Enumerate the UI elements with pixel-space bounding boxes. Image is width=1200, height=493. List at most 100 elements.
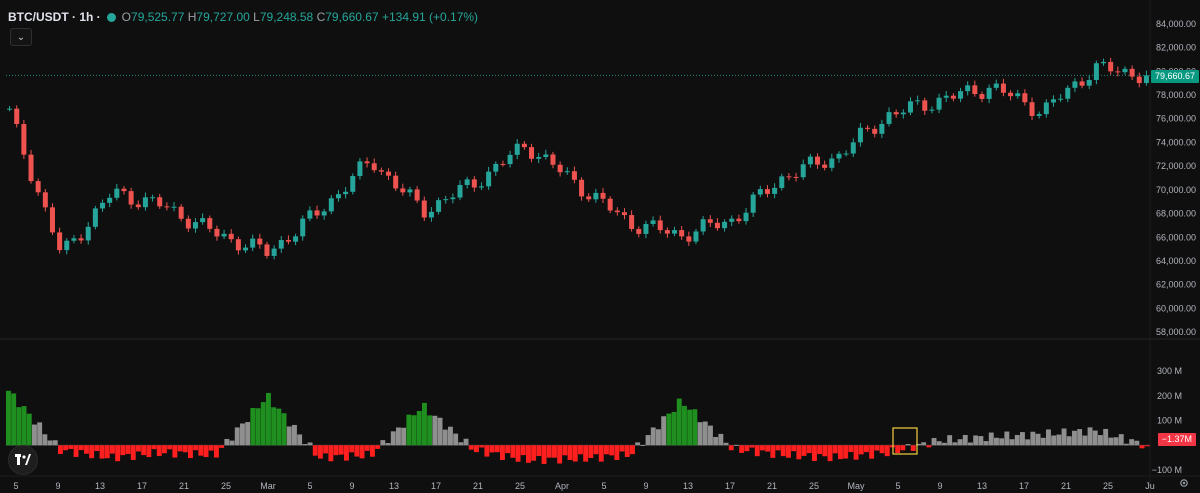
candle-body	[879, 123, 885, 134]
candle-body	[679, 230, 685, 237]
delta-bar	[224, 438, 230, 446]
time-axis-tick: 25	[515, 481, 525, 491]
candle-body	[779, 176, 785, 188]
candle-body	[142, 197, 148, 208]
candle-body	[407, 189, 413, 193]
logo-mark	[15, 454, 31, 465]
delta-bar	[162, 445, 167, 454]
delta-bar	[567, 445, 573, 460]
delta-bar	[203, 445, 209, 458]
candle-body	[164, 206, 170, 208]
candle-body	[1008, 92, 1014, 97]
delta-bar	[822, 445, 828, 457]
delta-bar	[796, 445, 802, 460]
delta-bar	[120, 445, 126, 456]
delta-bar	[458, 442, 464, 446]
candle-body	[943, 95, 949, 98]
candle-body	[900, 112, 906, 115]
time-axis-tick: 25	[221, 481, 231, 491]
gear-icon[interactable]	[1178, 477, 1190, 489]
delta-bar	[744, 445, 750, 452]
delta-bar	[1082, 435, 1088, 446]
delta-bar	[832, 445, 838, 454]
time-axis-tick: 13	[977, 481, 987, 491]
delta-bar	[1051, 435, 1057, 446]
delta-bar	[1035, 433, 1041, 446]
chevron-down-icon: ⌄	[16, 31, 26, 43]
delta-bar	[396, 427, 401, 446]
delta-bar	[104, 445, 110, 459]
delta-bar	[333, 445, 339, 456]
delta-bar	[1072, 430, 1077, 446]
delta-bar	[188, 445, 193, 459]
delta-bar	[650, 427, 656, 446]
delta-bar	[354, 445, 360, 457]
delta-bar	[562, 445, 568, 456]
chart-canvas[interactable]: 84,000.0082,000.0080,000.0078,000.0076,0…	[0, 0, 1200, 493]
candle-body	[872, 128, 878, 134]
candle-body	[471, 179, 477, 188]
delta-axis-tick: −100 M	[1152, 465, 1182, 475]
delta-bar	[1025, 439, 1031, 446]
delta-bar	[869, 445, 875, 459]
time-axis-tick: Mar	[260, 481, 276, 491]
time-axis-tick: 9	[55, 481, 60, 491]
price-axis-tick: 68,000.00	[1156, 209, 1196, 219]
delta-bar	[21, 406, 27, 446]
tradingview-logo-icon[interactable]	[8, 445, 38, 475]
delta-bar	[484, 445, 490, 457]
candle-body	[893, 112, 899, 115]
delta-bar	[728, 445, 734, 451]
delta-bar	[572, 445, 578, 462]
candle-body	[335, 194, 341, 199]
delta-bar	[1124, 443, 1129, 446]
candle-body	[428, 211, 434, 218]
price-axis-tick: 60,000.00	[1156, 303, 1196, 313]
delta-bar	[578, 445, 583, 455]
symbol-label[interactable]: BTC/USDT · 1h ·	[8, 10, 101, 24]
time-axis-tick: 9	[643, 481, 648, 491]
delta-axis-tick: 100 M	[1157, 416, 1182, 426]
candle-body	[936, 97, 942, 110]
candle-body	[857, 127, 863, 143]
delta-bar	[370, 445, 375, 457]
candle-body	[228, 233, 234, 240]
delta-bar	[858, 445, 864, 455]
candle-body	[922, 100, 928, 111]
delta-bar	[500, 445, 505, 460]
delta-bar	[16, 407, 22, 446]
delta-bar	[338, 445, 344, 455]
delta-bar	[401, 427, 407, 446]
candle-body	[1043, 102, 1049, 115]
time-axis-tick: 5	[307, 481, 312, 491]
candle-body	[1079, 81, 1085, 86]
candle-body	[500, 163, 506, 165]
delta-bar	[843, 445, 849, 459]
delta-bar	[442, 429, 448, 446]
candle-body	[743, 212, 749, 222]
candle-body	[150, 197, 156, 199]
chart-area[interactable]: 84,000.0082,000.0080,000.0078,000.0076,0…	[0, 0, 1200, 493]
candle-body	[714, 222, 720, 229]
delta-bar	[167, 445, 173, 450]
collapse-button[interactable]: ⌄	[10, 28, 32, 46]
delta-bar	[1139, 445, 1145, 449]
candle-body	[815, 156, 821, 165]
delta-bar	[624, 445, 630, 457]
delta-bar	[255, 408, 261, 446]
candle-body	[757, 189, 763, 195]
candle-body	[822, 164, 828, 168]
delta-bar	[208, 445, 214, 451]
delta-bar	[780, 445, 786, 457]
delta-bar	[895, 445, 901, 453]
candle-body	[514, 143, 520, 155]
delta-bar	[125, 445, 131, 454]
candle-body	[421, 200, 427, 218]
delta-bar	[1056, 434, 1062, 446]
candle-body	[443, 199, 449, 201]
candle-body	[450, 197, 456, 200]
delta-bar	[531, 445, 537, 461]
delta-bar	[156, 445, 162, 457]
delta-bar	[739, 445, 745, 453]
delta-bar	[999, 438, 1005, 446]
